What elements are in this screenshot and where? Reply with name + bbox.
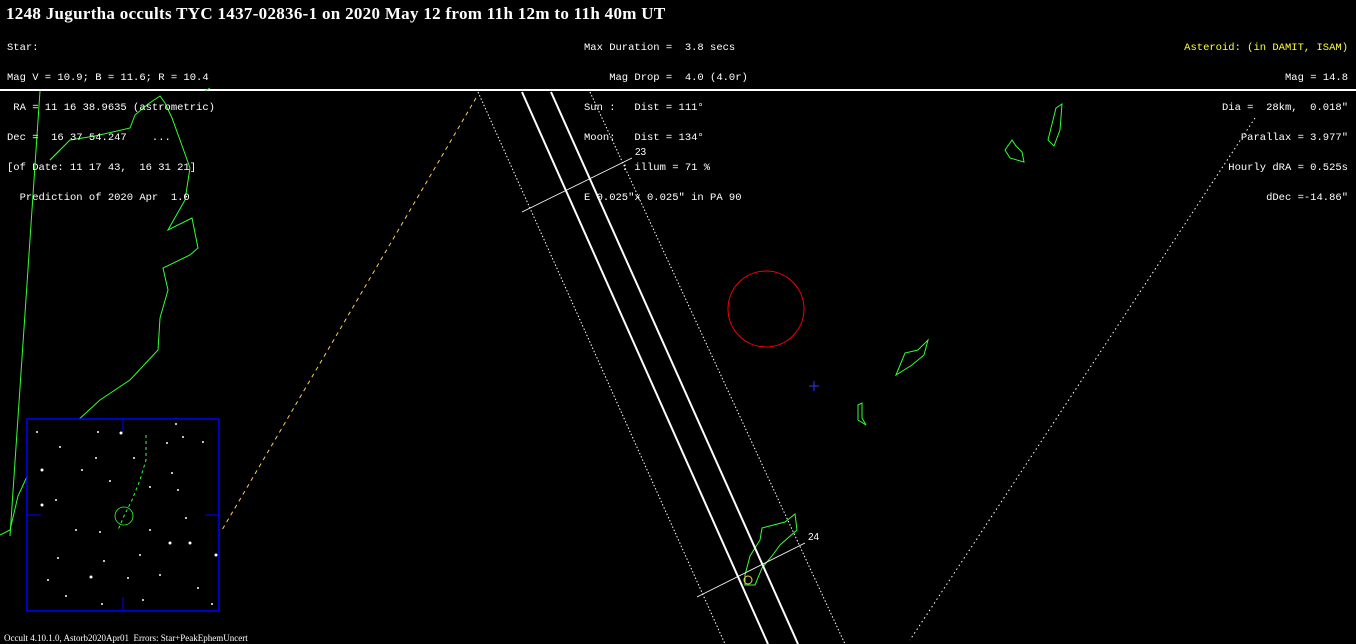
star-line: Prediction of 2020 Apr 1.0 [7, 192, 190, 204]
island-2 [1047, 103, 1063, 147]
star-info-panel: Star: Mag V = 10.9; B = 11.6; R = 10.4 R… [7, 23, 215, 213]
asteroid-line: dDec =-14.86" [1266, 192, 1348, 204]
star-field-finder [26, 418, 220, 612]
asteroid-line: Dia = 28km, 0.018" [1221, 102, 1348, 114]
asteroid-info-panel: Asteroid: (in DAMIT, ISAM) Mag = 14.8 Di… [1184, 23, 1348, 213]
asteroid-line: Mag = 14.8 [1284, 72, 1348, 84]
event-line: Max Duration = 3.8 secs [584, 42, 736, 54]
island-4 [857, 402, 867, 426]
event-line: Mag Drop = 4.0 (4.0r) [584, 72, 748, 84]
event-line: E 0.025"x 0.025" in PA 90 [584, 192, 742, 204]
island-1 [1004, 139, 1025, 163]
asteroid-header: Asteroid: (in DAMIT, ISAM) [1184, 42, 1348, 54]
center-cross-icon [809, 381, 819, 391]
page-title: 1248 Jugurtha occults TYC 1437-02836-1 o… [6, 4, 666, 23]
time-label-24: 24 [808, 532, 820, 543]
event-line: : illum = 71 % [584, 162, 711, 174]
star-line: RA = 11 16 38.9635 (astrometric) [7, 102, 215, 114]
finder-frame [26, 418, 220, 612]
moon-circle-icon [727, 270, 805, 348]
event-info-panel: Max Duration = 3.8 secs Mag Drop = 4.0 (… [584, 23, 748, 213]
asteroid-line: Parallax = 3.977" [1240, 132, 1348, 144]
star-line: Mag V = 10.9; B = 11.6; R = 10.4 [7, 72, 209, 84]
time-label-23: 23 [635, 147, 647, 158]
event-line: Sun : Dist = 111° [584, 102, 704, 114]
sun-limit-line [221, 97, 477, 531]
star-line: [of Date: 11 17 43, 16 31 21] [7, 162, 197, 174]
time-tick-24 [696, 542, 806, 598]
star-line: Dec = 16 37 54.247 ... [7, 132, 171, 144]
event-line: Moon: Dist = 134° [584, 132, 704, 144]
asteroid-line: Hourly dRA = 0.525s [1228, 162, 1348, 174]
island-5 [744, 513, 798, 586]
star-line: Star: [7, 42, 39, 54]
footer-credits: Occult 4.10.1.0, Astorb2020Apr01 Errors:… [4, 633, 248, 643]
island-3 [894, 338, 929, 377]
